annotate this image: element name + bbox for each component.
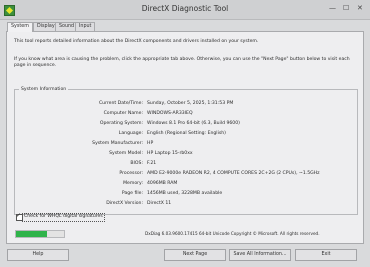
minimize-icon[interactable]: — bbox=[329, 4, 336, 12]
close-icon[interactable]: ✕ bbox=[357, 4, 363, 12]
whql-label[interactable]: Check for WHQL digital signatures bbox=[24, 214, 103, 219]
system-manufacturer-label: System Manufacturer: bbox=[92, 141, 143, 146]
checkmark-icon: ✓ bbox=[16, 212, 22, 219]
progress-bar bbox=[15, 230, 65, 238]
operating-system-value: Windows 8.1 Pro 64-bit (6.3, Build 9600) bbox=[147, 121, 240, 126]
next-page-button[interactable]: Next Page bbox=[164, 249, 226, 261]
operating-system-label: Operating System: bbox=[99, 121, 143, 126]
memory-label: Memory: bbox=[123, 181, 143, 186]
page-file-value: 1456MB used, 3228MB available bbox=[147, 191, 223, 196]
processor-value: AMD E2-9000e RADEON R2, 4 COMPUTE CORES … bbox=[147, 171, 320, 176]
tab-system[interactable]: System bbox=[7, 22, 33, 32]
system-information-group: System Information Current Date/Time: Su… bbox=[14, 87, 358, 215]
language-value: English (Regional Setting: English) bbox=[147, 131, 226, 136]
language-label: Language: bbox=[118, 131, 143, 136]
system-manufacturer-value: HP bbox=[147, 141, 154, 146]
window-title: DirectX Diagnostic Tool bbox=[141, 4, 229, 13]
computer-name-label: Computer Name: bbox=[103, 111, 143, 116]
dxdiag-version-copyright: DxDiag 6.03.9600.17415 64-bit Unicode Co… bbox=[145, 231, 320, 236]
system-model-value: HP Laptop 15-rb0xx bbox=[147, 151, 193, 156]
title-bar[interactable]: DirectX Diagnostic Tool — ☐ ✕ bbox=[0, 0, 370, 20]
page-file-label: Page file: bbox=[121, 191, 143, 196]
computer-name-value: WINDOWS-AR33IEQ bbox=[147, 111, 193, 116]
intro-text: This tool reports detailed information a… bbox=[14, 39, 259, 44]
dxdiag-window: DirectX Diagnostic Tool — ☐ ✕ System Dis… bbox=[0, 0, 370, 267]
bios-value: F.21 bbox=[147, 161, 157, 166]
instructions-text: If you know what area is causing the pro… bbox=[14, 57, 350, 69]
exit-button[interactable]: Exit bbox=[295, 249, 357, 261]
group-legend: System Information bbox=[19, 87, 69, 92]
maximize-icon[interactable]: ☐ bbox=[343, 4, 349, 12]
memory-value: 4096MB RAM bbox=[147, 181, 178, 186]
tab-input[interactable]: Input bbox=[75, 22, 96, 31]
processor-label: Processor: bbox=[119, 171, 143, 176]
current-datetime-label: Current Date/Time: bbox=[98, 101, 143, 106]
system-model-label: System Model: bbox=[109, 151, 143, 156]
progress-bar-fill bbox=[16, 231, 48, 237]
directx-version-value: DirectX 11 bbox=[147, 201, 172, 206]
save-all-information-button[interactable]: Save All Information... bbox=[229, 249, 291, 261]
current-datetime-value: Sunday, October 5, 2025, 1:31:53 PM bbox=[147, 101, 234, 106]
bios-label: BIOS: bbox=[130, 161, 143, 166]
system-tab-panel: This tool reports detailed information a… bbox=[6, 31, 364, 244]
help-button[interactable]: Help bbox=[7, 249, 69, 261]
directx-version-label: DirectX Version: bbox=[106, 201, 143, 206]
